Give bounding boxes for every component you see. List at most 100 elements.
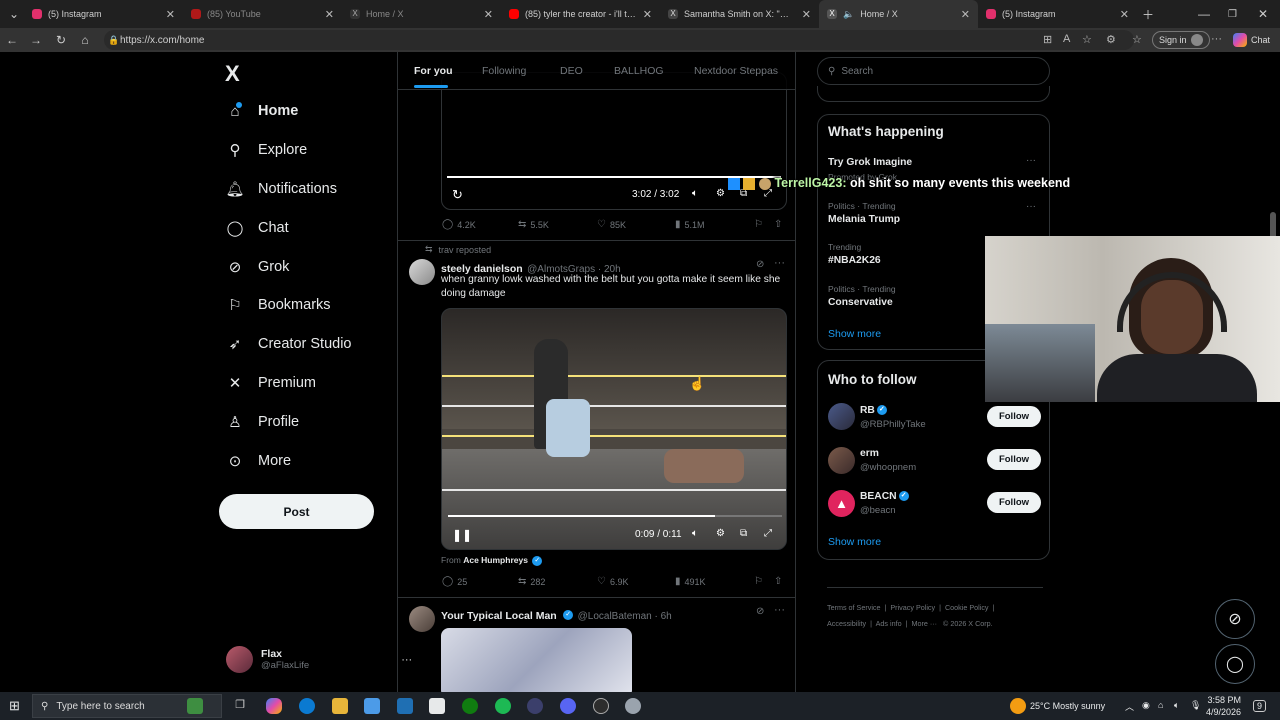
volume-icon[interactable]: 🔈︎ xyxy=(692,188,698,199)
spotify-icon[interactable] xyxy=(495,698,511,714)
read-aloud-icon[interactable]: A xyxy=(1063,33,1070,45)
trend-item[interactable]: #NBA2K26 xyxy=(828,255,881,266)
nav-bookmarks[interactable]: ⚐ Bookmarks xyxy=(222,286,352,325)
windows-start-icon[interactable]: ⊞ xyxy=(9,698,20,714)
more-icon[interactable]: ··· xyxy=(774,257,785,269)
tray-chevron-icon[interactable]: ︿ xyxy=(1125,700,1134,713)
follow-button[interactable]: Follow xyxy=(987,406,1041,427)
app-icon[interactable]: ⊞ xyxy=(1043,33,1052,46)
clock[interactable]: 3:58 PM 4/9/2026 xyxy=(1206,694,1241,718)
views-button[interactable]: ▮ 491K xyxy=(675,576,706,587)
avatar[interactable] xyxy=(828,447,855,474)
tab-nextdoor-steppas[interactable]: Nextdoor Steppas xyxy=(694,65,778,77)
nav-profile[interactable]: ♙ Profile xyxy=(222,402,352,441)
forward-icon[interactable]: → xyxy=(24,33,48,47)
close-tab-icon[interactable]: ✕ xyxy=(325,8,334,21)
nav-notifications[interactable]: 🔔︎ Notifications xyxy=(222,170,352,209)
grok-icon[interactable]: ⊘ xyxy=(756,606,764,617)
post-button[interactable]: Post xyxy=(219,494,374,529)
more-icon[interactable]: ··· xyxy=(1026,155,1036,166)
nav-grok[interactable]: ⊘ Grok xyxy=(222,247,352,286)
reply-button[interactable]: ◯ 25 xyxy=(442,576,467,587)
close-tab-icon[interactable]: ✕ xyxy=(484,8,493,21)
pip-icon[interactable]: ⧉ xyxy=(740,528,747,539)
footer-link[interactable]: More ··· xyxy=(911,619,937,628)
share-button[interactable]: ⇧ xyxy=(774,576,786,587)
window-close-icon[interactable]: ✕ xyxy=(1258,0,1268,28)
task-view-icon[interactable]: ❐ xyxy=(232,698,248,714)
close-tab-icon[interactable]: ✕ xyxy=(961,8,970,21)
microphone-icon[interactable]: 🎙︎ xyxy=(1190,700,1201,711)
close-tab-icon[interactable]: ✕ xyxy=(643,8,652,21)
search-input[interactable]: ⚲ Search xyxy=(817,57,1050,85)
like-button[interactable]: ♡ 6.9K xyxy=(597,576,628,587)
fullscreen-icon[interactable]: ⤢ xyxy=(764,528,772,539)
tab-actions-chevron-icon[interactable]: ⌄ xyxy=(4,0,24,28)
show-more-link[interactable]: Show more xyxy=(828,536,881,548)
footer-link[interactable]: Privacy Policy xyxy=(890,603,935,612)
bookmark-button[interactable]: ⚐ xyxy=(754,576,767,587)
repost-button[interactable]: ⇆ 5.5K xyxy=(518,219,549,230)
settings-icon[interactable]: ⚙ xyxy=(716,188,725,199)
bookmark-button[interactable]: ⚐ xyxy=(754,219,767,230)
tab-for-you[interactable]: For you xyxy=(414,65,453,77)
browser-tab[interactable]: (5) Instagram ✕ xyxy=(978,0,1137,28)
obs-icon[interactable] xyxy=(593,698,609,714)
settings-icon[interactable]: ⚙ xyxy=(716,528,725,539)
volume-icon[interactable]: 🔈︎ xyxy=(692,528,698,539)
browser-tab[interactable]: (5) Instagram ✕ xyxy=(24,0,183,28)
footer-link[interactable]: Ads info xyxy=(876,619,902,628)
trend-item[interactable]: Conservative xyxy=(828,297,893,308)
copilot-taskbar-icon[interactable] xyxy=(266,698,282,714)
tray-icon[interactable]: ◉ xyxy=(1142,700,1150,711)
sign-in-button[interactable]: Sign in xyxy=(1152,31,1210,49)
close-tab-icon[interactable]: ✕ xyxy=(802,8,811,21)
notepad-icon[interactable] xyxy=(429,698,445,714)
browser-tab[interactable]: (85) tyler the creator - i'll take care✕ xyxy=(501,0,660,28)
browser-tab[interactable]: (85) YouTube ✕ xyxy=(183,0,342,28)
browser-tab-active[interactable]: X 🔈 Home / X ✕ xyxy=(819,0,978,28)
network-icon[interactable]: ⌂ xyxy=(1158,700,1163,710)
volume-icon[interactable]: 🔈︎ xyxy=(1174,700,1179,711)
pause-icon[interactable]: ❚❚ xyxy=(452,528,472,542)
footer-link[interactable]: Terms of Service xyxy=(827,603,881,612)
follow-button[interactable]: Follow xyxy=(987,449,1041,470)
video-player[interactable]: ❚❚ 0:09 / 0:11 🔈︎ ⚙ ⧉ ⤢ xyxy=(441,308,787,550)
messages-fab-button[interactable]: ◯ xyxy=(1215,644,1255,684)
nav-explore[interactable]: ⚲ Explore xyxy=(222,131,352,170)
beacn-logo[interactable]: ▲ xyxy=(828,490,855,517)
nav-creator-studio[interactable]: ➶ Creator Studio xyxy=(222,325,352,364)
restore-icon[interactable]: ❐ xyxy=(1228,0,1237,28)
back-icon[interactable]: ← xyxy=(0,33,24,47)
nav-more[interactable]: ⊙ More xyxy=(222,441,352,480)
favorite-star-icon[interactable]: ☆ xyxy=(1082,33,1092,46)
reply-button[interactable]: ◯ 4.2K xyxy=(442,219,476,230)
more-icon[interactable]: ··· xyxy=(1026,201,1036,212)
file-explorer-icon[interactable] xyxy=(332,698,348,714)
follow-button[interactable]: Follow xyxy=(987,492,1041,513)
more-icon[interactable]: ··· xyxy=(774,604,785,616)
x-logo[interactable]: X xyxy=(225,61,240,87)
copilot-chat-button[interactable]: Chat xyxy=(1233,33,1270,47)
url-field[interactable]: 🔒 https://x.com/home xyxy=(104,30,1134,50)
close-tab-icon[interactable]: ✕ xyxy=(1120,8,1129,21)
follow-suggestion[interactable]: RB ✓ xyxy=(860,405,887,416)
video-progress-track[interactable] xyxy=(448,515,782,517)
trend-item[interactable]: Melania Trump xyxy=(828,214,900,225)
nav-home[interactable]: ⌂ Home xyxy=(222,92,352,131)
favorites-icon[interactable]: ☆ xyxy=(1132,33,1142,46)
follow-suggestion[interactable]: BEACN ✓ xyxy=(860,491,909,502)
tweet-image[interactable] xyxy=(441,628,632,692)
browser-tab[interactable]: X Home / X ✕ xyxy=(342,0,501,28)
grok-icon[interactable]: ⊘ xyxy=(756,259,764,270)
views-button[interactable]: ▮ 5.1M xyxy=(675,219,705,230)
grok-fab-button[interactable]: ⊘ xyxy=(1215,599,1255,639)
account-switcher[interactable]: Flax @aFlaxLife ··· xyxy=(226,646,412,673)
speaker-icon[interactable]: 🔈 xyxy=(843,9,854,20)
app-icon[interactable] xyxy=(527,698,543,714)
discord-icon[interactable] xyxy=(560,698,576,714)
trend-item[interactable]: Try Grok Imagine xyxy=(828,157,912,168)
show-more-link[interactable]: Show more xyxy=(828,328,881,340)
minimize-icon[interactable]: — xyxy=(1198,0,1210,28)
weather-icon[interactable] xyxy=(1010,698,1026,714)
